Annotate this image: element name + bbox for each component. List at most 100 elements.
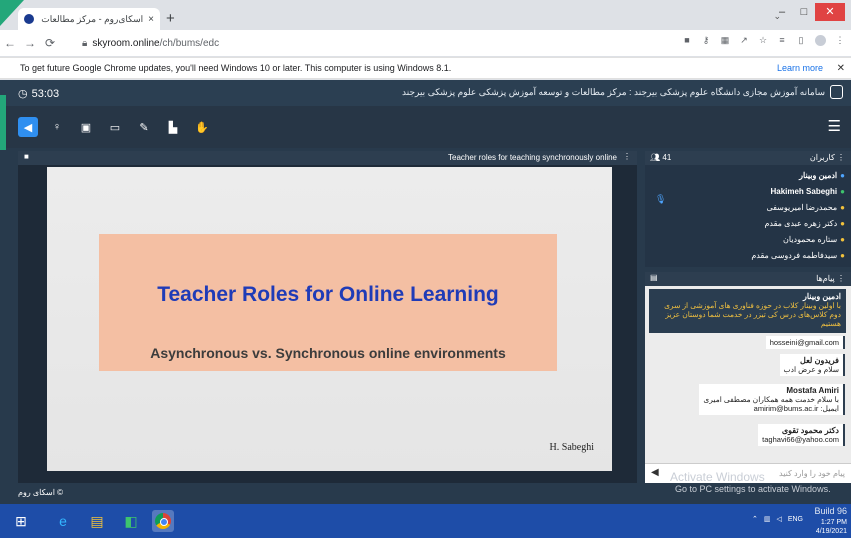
chrome-taskbar-icon[interactable] <box>152 510 174 532</box>
presentation-panel: ■ Teacher roles for teaching synchronous… <box>18 151 637 483</box>
camera-off-icon[interactable]: ▣ <box>76 117 96 137</box>
app-header: ◷ 53:03 سامانه آموزش مجازی دانشگاه علوم … <box>0 80 851 106</box>
chat-sender: فریدون لعل <box>800 356 839 365</box>
slide-title: Teacher Roles for Online Learning <box>157 283 499 306</box>
user-item[interactable]: سیدفاطمه فردوسی مقدم ● <box>751 251 845 260</box>
slide: Teacher Roles for Online Learning Asynch… <box>47 167 612 471</box>
chat-message: Mostafa Amiri با سلام خدمت همه همکاران م… <box>699 384 845 415</box>
chat-message: hosseini@gmail.com <box>765 336 845 349</box>
user-item[interactable]: محمدرضا امیریوسفی ● <box>766 203 845 212</box>
app-logo-icon <box>830 85 843 99</box>
maximize-button[interactable]: □ <box>793 3 815 21</box>
window-controls: – □ ✕ <box>771 3 845 21</box>
file-explorer-icon[interactable]: ▤ <box>86 510 108 532</box>
clock-time: 1:27 PM <box>820 519 847 526</box>
close-window-button[interactable]: ✕ <box>815 3 845 21</box>
slide-author: H. Sabeghi <box>549 442 594 453</box>
chat-message: فریدون لعل سلام و عرض ادب <box>779 354 845 376</box>
chat-message-text: amirim@bums.ac.ir :ایمیل <box>753 404 839 413</box>
user-icon: ● <box>840 203 845 212</box>
volume-icon[interactable]: ◁ <box>776 515 781 523</box>
send-icon[interactable]: ◀ <box>651 467 659 478</box>
tray-chevron-icon[interactable]: ⌃ <box>752 515 758 523</box>
user-item[interactable]: Hakimeh Sabeghi ● <box>770 187 845 196</box>
taskbar-clock[interactable]: 1:27 PM 4/19/2021 <box>816 518 847 536</box>
language-indicator[interactable]: ENG <box>788 516 803 523</box>
screen-share-icon[interactable]: ▭ <box>105 117 125 137</box>
chat-message: دکتر محمود تقوی taghavi66@yahoo.com <box>758 424 845 446</box>
minimize-button[interactable]: – <box>771 3 793 21</box>
activate-windows-subtext: Go to PC settings to activate Windows. <box>675 484 831 494</box>
user-icon: ● <box>840 219 845 228</box>
browser-tab-strip: اسکای‌روم - مرکز مطالعات و ... × + ⌄ – □… <box>0 0 851 30</box>
profile-avatar[interactable] <box>815 35 826 46</box>
infobar-message: To get future Google Chrome updates, you… <box>20 63 452 73</box>
user-item[interactable]: ستاره محمودیان ● <box>783 235 845 244</box>
bookmark-star-icon[interactable]: ☆ <box>758 35 768 45</box>
address-bar[interactable]: 🔒︎ skyroom.online/ch/bums/edc <box>82 33 662 53</box>
browser-toolbar: ← → ⟳ 🔒︎ skyroom.online/ch/bums/edc ■ ⚷ … <box>0 30 851 56</box>
microphone-icon[interactable]: ♀ <box>47 117 67 137</box>
users-header: 👥︎ 41 کاربران ⋮ <box>645 151 851 165</box>
learn-more-link[interactable]: Learn more <box>777 63 823 73</box>
user-item[interactable]: ادمین وبینار ● <box>799 171 845 180</box>
user-icon: ● <box>840 187 845 196</box>
presentation-header: ■ Teacher roles for teaching synchronous… <box>18 151 637 165</box>
browser-tab[interactable]: اسکای‌روم - مرکز مطالعات و ... × <box>18 8 160 30</box>
key-icon[interactable]: ⚷ <box>701 35 711 45</box>
build-watermark: Build 96 <box>814 506 847 516</box>
whiteboard-pen-icon[interactable]: ✎ <box>134 117 154 137</box>
user-count: 👥︎ 41 <box>650 153 672 162</box>
timer-value: 53:03 <box>31 87 60 100</box>
internet-explorer-icon[interactable]: e <box>52 510 74 532</box>
tab-title: اسکای‌روم - مرکز مطالعات و ... <box>39 13 144 24</box>
hamburger-menu-icon[interactable]: ☰ <box>828 117 841 135</box>
new-tab-button[interactable]: + <box>166 10 175 27</box>
translate-icon[interactable]: ▦ <box>720 35 730 45</box>
toolbar-row: ◀ ♀ ▣ ▭ ✎ ▙ ✋ ☰ <box>0 106 851 148</box>
user-icon: ● <box>840 171 845 180</box>
lock-icon: 🔒︎ <box>82 37 88 49</box>
raise-hand-icon[interactable]: ✋ <box>192 117 212 137</box>
store-icon[interactable]: ◧ <box>120 510 142 532</box>
update-infobar: To get future Google Chrome updates, you… <box>0 57 851 79</box>
user-icon: ● <box>840 235 845 244</box>
reload-icon[interactable]: ⟳ <box>40 36 60 50</box>
chat-label: پیام‌ها ⋮ <box>816 274 845 283</box>
chat-panel: ▤ پیام‌ها ⋮ ادمین وبینار با اولین وبینار… <box>645 272 851 483</box>
side-panel-icon[interactable]: ▯ <box>796 35 806 45</box>
pinned-text: با اولین وبینار کلاب در حوزه فناوری های … <box>664 301 841 328</box>
media-tools: ◀ ♀ ▣ ▭ ✎ ▙ ✋ <box>18 117 212 137</box>
network-icon[interactable]: ▥ <box>764 515 771 523</box>
user-item[interactable]: دکتر زهره عبدی مقدم ● <box>764 219 845 228</box>
start-button-icon[interactable]: ⊞ <box>10 510 32 532</box>
more-options-icon[interactable]: ⋮ <box>835 35 845 45</box>
tab-close-button[interactable]: × <box>148 14 154 25</box>
active-mic-icon: 🎙︎ <box>655 194 667 204</box>
pinned-message: ادمین وبینار با اولین وبینار کلاب در حوز… <box>649 289 846 333</box>
infobar-close-button[interactable]: ✕ <box>837 63 845 74</box>
camera-icon[interactable]: ■ <box>682 35 692 45</box>
share-icon[interactable]: ↗ <box>739 35 749 45</box>
app-footer: اسکای روم © <box>18 488 64 497</box>
presentation-options-icon[interactable]: ⋮ <box>623 152 631 161</box>
reading-list-icon[interactable]: ≡ <box>777 35 787 45</box>
chat-sender: Mostafa Amiri <box>786 386 839 395</box>
system-tray: ⌃ ▥ ◁ ENG <box>752 515 803 524</box>
pinned-sender: ادمین وبینار <box>802 292 841 301</box>
chat-sender: دکتر محمود تقوی <box>781 426 839 435</box>
users-label: کاربران ⋮ <box>809 153 845 162</box>
skyroom-app: ◷ 53:03 سامانه آموزش مجازی دانشگاه علوم … <box>0 80 851 504</box>
presentation-title: Teacher roles for teaching synchronously… <box>448 153 617 162</box>
site-favicon-icon <box>24 14 34 24</box>
activate-windows-watermark: Activate Windows <box>670 470 765 484</box>
chat-message-text: hosseini@gmail.com <box>769 338 839 347</box>
file-icon[interactable]: ▙ <box>163 117 183 137</box>
chat-message-text: با سلام خدمت همه همکاران مصطفی امیری <box>703 395 839 404</box>
clock-date: 4/19/2021 <box>815 528 847 535</box>
users-panel: 👥︎ 41 کاربران ⋮ 🎙︎ ادمین وبینار ● Hakimeh… <box>645 151 851 267</box>
url-path: /ch/bums/edc <box>159 37 220 49</box>
windows-taskbar: ⊞ e ▤ ◧ ⌃ ▥ ◁ ENG Build 96 1:27 PM 4/19/… <box>0 504 851 538</box>
url-host: skyroom.online <box>92 37 160 49</box>
chat-message-text: taghavi66@yahoo.com <box>762 435 839 444</box>
